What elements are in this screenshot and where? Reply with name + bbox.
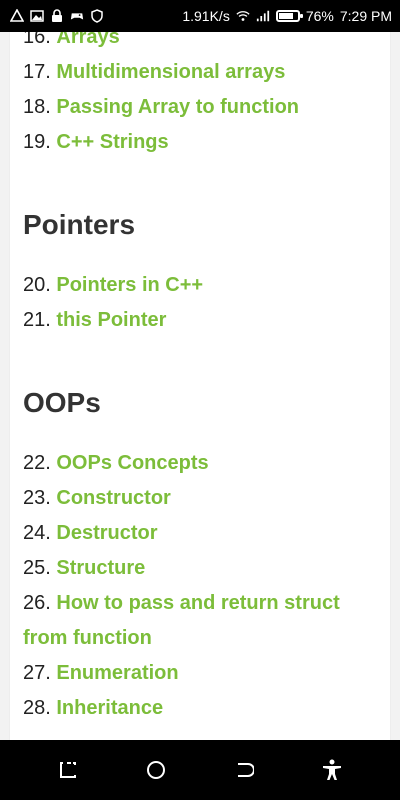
- battery-icon: [275, 10, 303, 22]
- signal-icon: [256, 9, 270, 23]
- topic-link[interactable]: Pointers in C++: [56, 274, 203, 296]
- item-number: 25.: [23, 557, 51, 579]
- item-number: 18.: [23, 96, 51, 118]
- list-item: 25. Structure: [23, 551, 380, 586]
- list-item: 20. Pointers in C++: [23, 268, 380, 303]
- list-item: 21. this Pointer: [23, 303, 380, 338]
- list-item: 28. Inheritance: [23, 691, 380, 726]
- item-number: 16.: [23, 32, 51, 48]
- lock-icon: [50, 9, 64, 23]
- item-number: 24.: [23, 522, 51, 544]
- item-number: 21.: [23, 309, 51, 331]
- network-speed: 1.91K/s: [182, 8, 230, 24]
- item-number: 20.: [23, 274, 51, 296]
- image-icon: [30, 9, 44, 23]
- home-icon[interactable]: [138, 752, 174, 788]
- list-item: 24. Destructor: [23, 516, 380, 551]
- list-item: 23. Constructor: [23, 481, 380, 516]
- item-number: 19.: [23, 131, 51, 153]
- topic-link[interactable]: Arrays: [56, 32, 119, 48]
- item-number: 17.: [23, 61, 51, 83]
- topic-link[interactable]: Inheritance: [56, 697, 163, 719]
- alert-icon: [10, 9, 24, 23]
- list-item: 18. Passing Array to function: [23, 90, 380, 125]
- shield-icon: [90, 9, 104, 23]
- item-number: 26.: [23, 592, 51, 614]
- status-icons-right: 1.91K/s 76% 7:29 PM: [182, 8, 392, 24]
- topic-link[interactable]: Multidimensional arrays: [56, 61, 285, 83]
- topic-link[interactable]: OOPs Concepts: [56, 452, 208, 474]
- section-heading-pointers: Pointers: [23, 209, 136, 240]
- clock: 7:29 PM: [339, 8, 392, 24]
- wifi-icon: [236, 9, 250, 23]
- list-item: 27. Enumeration: [23, 656, 380, 691]
- back-icon[interactable]: [226, 752, 262, 788]
- list-item: 19. C++ Strings: [23, 125, 380, 160]
- topic-link[interactable]: Constructor: [56, 487, 170, 509]
- topic-link[interactable]: Destructor: [56, 522, 157, 544]
- list-item: 26. How to pass and return struct from f…: [23, 586, 380, 656]
- status-icons-left: [10, 9, 104, 23]
- topic-link[interactable]: How to pass and return struct from funct…: [23, 592, 340, 649]
- page-viewport[interactable]: 16. Arrays 17. Multidimensional arrays 1…: [0, 32, 400, 740]
- topic-link[interactable]: Enumeration: [56, 662, 178, 684]
- accessibility-icon[interactable]: [314, 752, 350, 788]
- list-item: 22. OOPs Concepts: [23, 446, 380, 481]
- navigation-bar: [0, 740, 400, 800]
- list-item: 17. Multidimensional arrays: [23, 55, 380, 90]
- section-heading-oops: OOPs: [23, 387, 101, 418]
- item-number: 27.: [23, 662, 51, 684]
- topic-link[interactable]: Passing Array to function: [56, 96, 299, 118]
- recents-icon[interactable]: [50, 752, 86, 788]
- item-number: 22.: [23, 452, 51, 474]
- topic-link[interactable]: Structure: [56, 557, 145, 579]
- item-number: 28.: [23, 697, 51, 719]
- list-item: 16. Arrays: [23, 32, 380, 55]
- item-number: 23.: [23, 487, 51, 509]
- content-card: 16. Arrays 17. Multidimensional arrays 1…: [10, 32, 390, 740]
- topic-link[interactable]: this Pointer: [56, 309, 166, 331]
- topic-link[interactable]: C++ Strings: [56, 131, 168, 153]
- status-bar: 1.91K/s 76% 7:29 PM: [0, 0, 400, 32]
- table-of-contents: 16. Arrays 17. Multidimensional arrays 1…: [23, 32, 380, 726]
- battery-percent: 76%: [305, 8, 334, 24]
- game-icon: [70, 9, 84, 23]
